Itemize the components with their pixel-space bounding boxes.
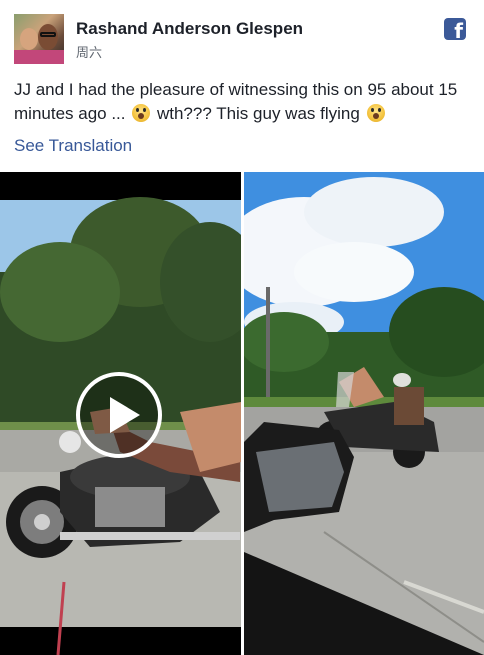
play-icon	[110, 397, 140, 433]
avatar[interactable]	[14, 14, 64, 64]
post-timestamp[interactable]: 周六	[76, 42, 102, 61]
post-header: Rashand Anderson Glespen 周六 f	[14, 14, 470, 64]
motorcycle-photo[interactable]	[244, 172, 484, 655]
author-name[interactable]: Rashand Anderson Glespen	[76, 19, 303, 39]
post-media	[0, 172, 484, 655]
screaming-face-emoji-icon	[366, 104, 385, 122]
video-thumbnail[interactable]	[0, 172, 241, 655]
screaming-face-emoji-icon	[132, 104, 151, 122]
see-translation-link[interactable]: See Translation	[14, 136, 132, 156]
post-message: JJ and I had the pleasure of witnessing …	[14, 78, 470, 126]
post-text-part-2: wth??? This guy was flying	[152, 104, 365, 123]
facebook-logo-icon: f	[444, 18, 466, 40]
play-button[interactable]	[76, 372, 162, 458]
highway-photo-image	[244, 172, 484, 655]
